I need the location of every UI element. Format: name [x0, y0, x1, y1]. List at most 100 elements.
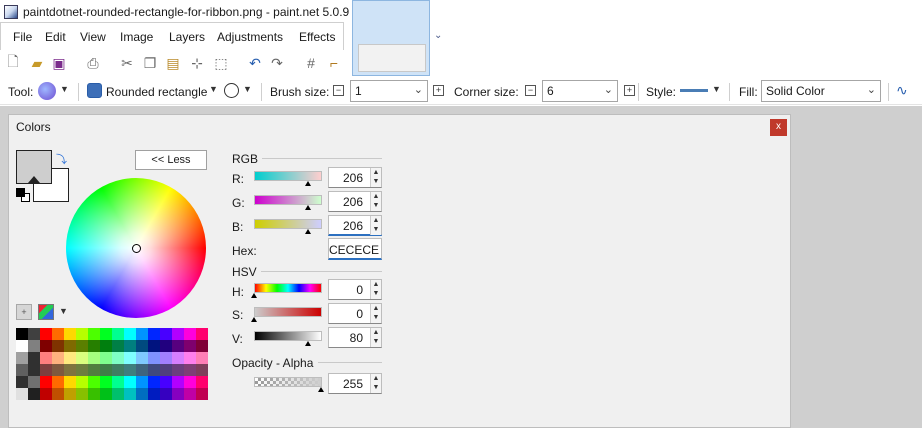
hue-slider[interactable] [254, 283, 322, 293]
palette-swatch[interactable] [172, 340, 184, 352]
palette-swatch[interactable] [76, 328, 88, 340]
palette-swatch[interactable] [184, 388, 196, 400]
palette-swatch[interactable] [172, 388, 184, 400]
menu-file[interactable]: File [13, 30, 32, 44]
palette-swatch[interactable] [76, 376, 88, 388]
palette-swatch[interactable] [196, 340, 208, 352]
palette-swatch[interactable] [184, 352, 196, 364]
palette-swatch[interactable] [16, 328, 28, 340]
palette-swatch[interactable] [196, 376, 208, 388]
palette-swatch[interactable] [148, 364, 160, 376]
menu-edit[interactable]: Edit [45, 30, 66, 44]
palette-swatch[interactable] [112, 376, 124, 388]
fill-combo[interactable]: Solid Color ⌄ [761, 80, 881, 102]
palette-swatch[interactable] [100, 376, 112, 388]
slider-thumb[interactable] [251, 317, 257, 322]
less-button[interactable]: << Less [135, 150, 207, 170]
palette-swatch[interactable] [52, 340, 64, 352]
new-icon[interactable]: 🗋 [4, 53, 22, 72]
palette-swatch[interactable] [136, 352, 148, 364]
palette-swatch[interactable] [40, 388, 52, 400]
decrease-icon[interactable]: − [333, 85, 344, 96]
ruler-icon[interactable]: ⌐ [325, 54, 343, 72]
palette-swatch[interactable] [76, 340, 88, 352]
palette-swatch[interactable] [148, 340, 160, 352]
palette-swatch[interactable] [148, 376, 160, 388]
palette-swatch[interactable] [112, 352, 124, 364]
palette-swatch[interactable] [136, 364, 148, 376]
palette-swatch[interactable] [136, 376, 148, 388]
palette-swatch[interactable] [88, 364, 100, 376]
increase-icon[interactable]: + [433, 85, 444, 96]
menu-image[interactable]: Image [120, 30, 153, 44]
palette-swatch[interactable] [64, 340, 76, 352]
menu-view[interactable]: View [80, 30, 106, 44]
red-slider[interactable] [254, 171, 322, 181]
cut-icon[interactable]: ✂ [118, 54, 136, 72]
palette-swatch[interactable] [88, 340, 100, 352]
chevron-down-icon[interactable]: ⌄ [434, 30, 442, 41]
chevron-down-icon[interactable]: ▼ [243, 84, 252, 94]
copy-icon[interactable]: ❐ [141, 54, 159, 72]
hex-input[interactable]: CECECE [328, 238, 382, 260]
chevron-down-icon[interactable]: ▼ [59, 306, 68, 316]
menu-adjustments[interactable]: Adjustments [217, 30, 283, 44]
palette-swatch[interactable] [184, 328, 196, 340]
palette-swatch[interactable] [136, 388, 148, 400]
palette-swatch[interactable] [28, 340, 40, 352]
palette-swatch[interactable] [172, 352, 184, 364]
menu-effects[interactable]: Effects [299, 30, 335, 44]
palette-swatch[interactable] [124, 352, 136, 364]
palette-swatch[interactable] [88, 376, 100, 388]
palette-swatch[interactable] [40, 352, 52, 364]
shapes-tool-icon[interactable] [38, 82, 56, 100]
redo-icon[interactable]: ↷ [268, 54, 286, 72]
palette-swatch[interactable] [100, 364, 112, 376]
palette-swatch[interactable] [112, 388, 124, 400]
decrease-icon[interactable]: − [525, 85, 536, 96]
green-slider[interactable] [254, 195, 322, 205]
line-style-preview[interactable] [680, 89, 708, 92]
palette-swatch[interactable] [88, 352, 100, 364]
palette-swatch[interactable] [112, 364, 124, 376]
palette-swatch[interactable] [148, 352, 160, 364]
palette-swatch[interactable] [124, 340, 136, 352]
add-to-palette-icon[interactable]: + [16, 304, 32, 320]
palette-swatch[interactable] [196, 352, 208, 364]
palette-swatch[interactable] [40, 328, 52, 340]
slider-thumb[interactable] [305, 205, 311, 210]
palette-swatch[interactable] [40, 340, 52, 352]
palette-swatch[interactable] [172, 328, 184, 340]
palette-swatch[interactable] [160, 376, 172, 388]
brush-size-combo[interactable]: 1 ⌄ [350, 80, 428, 102]
palette-swatch[interactable] [160, 340, 172, 352]
close-button[interactable]: x [770, 119, 787, 136]
palette-swatch[interactable] [40, 364, 52, 376]
chevron-down-icon[interactable]: ▼ [712, 84, 721, 94]
slider-thumb[interactable] [251, 293, 257, 298]
draw-mode-icon[interactable] [224, 83, 239, 98]
palette-swatch[interactable] [52, 364, 64, 376]
alpha-slider[interactable] [254, 377, 322, 387]
palette-swatch[interactable] [172, 364, 184, 376]
palette-swatch[interactable] [196, 388, 208, 400]
slider-thumb[interactable] [318, 387, 324, 392]
save-icon[interactable]: ▣ [50, 54, 68, 72]
color-wheel-marker[interactable] [132, 244, 141, 253]
shape-type-label[interactable]: Rounded rectangle [106, 85, 207, 99]
palette-swatch[interactable] [160, 364, 172, 376]
palette-swatch[interactable] [124, 364, 136, 376]
palette-swatch[interactable] [160, 388, 172, 400]
palette-swatch[interactable] [160, 328, 172, 340]
palette-swatch[interactable] [64, 364, 76, 376]
palette-swatch[interactable] [52, 328, 64, 340]
palette-swatch[interactable] [112, 328, 124, 340]
palette-swatch[interactable] [124, 328, 136, 340]
spinner-arrows-icon[interactable]: ▲ ▼ [370, 304, 381, 323]
palette-swatch[interactable] [112, 340, 124, 352]
palette-swatch[interactable] [184, 340, 196, 352]
palette-swatch[interactable] [148, 388, 160, 400]
palette-swatch[interactable] [28, 388, 40, 400]
slider-thumb[interactable] [305, 229, 311, 234]
grid-icon[interactable]: # [302, 54, 320, 72]
